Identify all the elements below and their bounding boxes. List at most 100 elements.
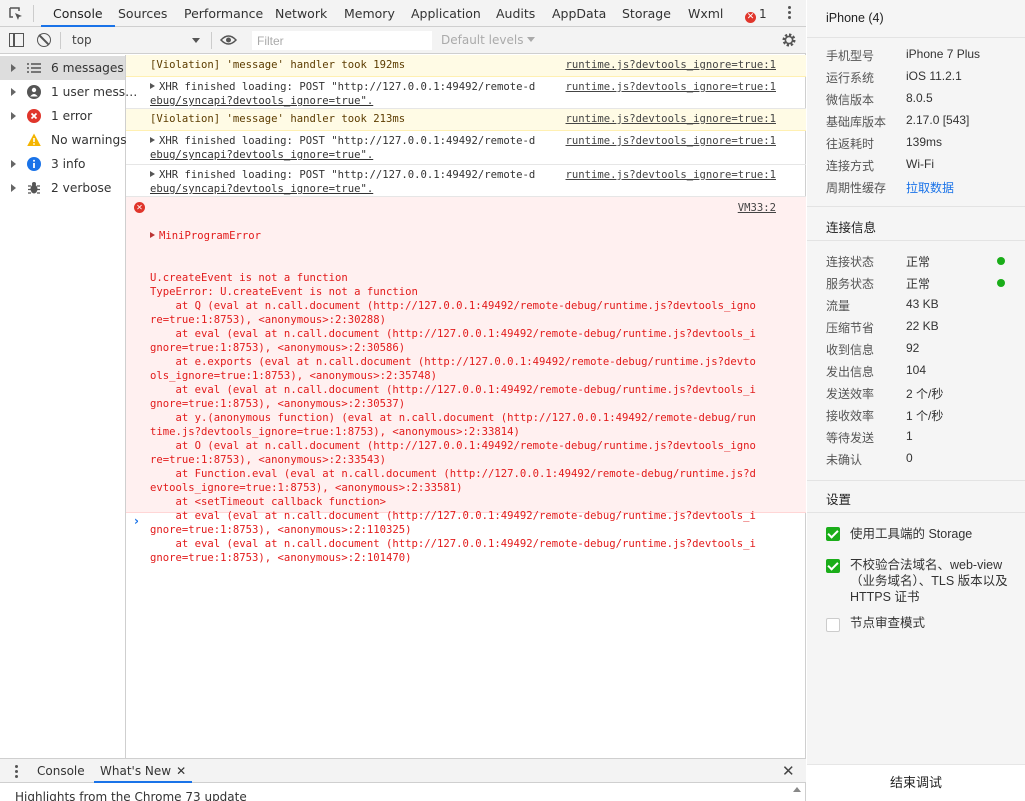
error-stack-line: re=true:1:8753), <anonymous>:2:30288) [150,314,386,326]
error-stack-line: at Q (eval at n.call.document (http://12… [150,300,756,312]
drawer-tab-console[interactable]: Console [37,759,85,783]
tab-memory[interactable]: Memory [344,0,395,27]
info-key: 发出信息 [826,365,875,379]
tab-application[interactable]: Application [411,0,481,27]
chevron-down-icon [527,37,536,42]
drawer-tab-whats-new[interactable]: What's New ✕ [94,759,193,783]
sidebar-item-label: No warnings [51,133,127,147]
panel-divider [807,480,1025,481]
console-message-violation: [Violation] 'message' handler took 213ms… [126,109,806,131]
expand-arrow-icon [150,83,155,89]
info-key: 未确认 [826,453,863,467]
checkbox-checked-icon[interactable] [826,527,840,541]
error-stack-line: at y.(anonymous function) (eval at n.cal… [150,412,756,424]
info-key: 压缩节省 [826,321,875,335]
drawer-menu-icon[interactable] [12,764,20,780]
info-key: 发送效率 [826,387,875,401]
error-stack-line: ols_ignore=true:1:8753), <anonymous>:2:3… [150,370,438,382]
console-prompt[interactable]: › [126,512,806,532]
checkbox-unchecked-icon[interactable] [826,618,840,632]
inspect-element-icon[interactable] [8,6,24,22]
console-sidebar: 6 messages 1 user mess… 1 error No warni… [0,55,137,758]
sidebar-item-warnings[interactable]: No warnings [0,128,127,152]
info-value: 43 KB [906,297,939,311]
tab-sources[interactable]: Sources [118,0,167,27]
error-count: 1 [759,7,767,21]
more-options-icon[interactable] [782,4,796,22]
info-value: 1 [906,429,913,443]
setting-use-tool-storage[interactable]: 使用工具端的 Storage [826,526,1016,546]
error-stack-line: re=true:1:8753), <anonymous>:2:33543) [150,454,386,466]
info-value: 正常 [906,277,931,291]
chevron-down-icon [192,38,200,43]
info-key: 收到信息 [826,343,875,357]
device-info-row: 微信版本 8.0.5 [826,89,1021,111]
fetch-data-link[interactable]: 拉取数据 [906,179,954,196]
sidebar-item-messages[interactable]: 6 messages [0,56,125,80]
scroll-up-icon[interactable] [793,787,801,792]
whats-new-headline: Highlights from the Chrome 73 update [15,790,247,801]
error-source-link[interactable]: VM33:2 [738,201,776,215]
tab-storage[interactable]: Storage [622,0,671,27]
toolbar-divider [211,32,212,49]
sidebar-item-info[interactable]: 3 info [0,152,125,176]
message-source-link[interactable]: runtime.js?devtools_ignore=true:1 [566,134,776,148]
error-icon: ✕ [745,12,756,23]
sidebar-toggle-icon[interactable] [9,33,24,47]
sidebar-item-user-messages[interactable]: 1 user mess… [0,80,137,104]
tab-audits[interactable]: Audits [496,0,535,27]
error-text[interactable]: MiniProgramError U.createEvent is not a … [150,201,790,593]
expand-arrow-icon [150,232,155,238]
info-key: 接收效率 [826,409,875,423]
message-source-link[interactable]: runtime.js?devtools_ignore=true:1 [566,112,776,126]
message-source-link[interactable]: runtime.js?devtools_ignore=true:1 [566,58,776,72]
log-levels-dropdown[interactable]: Default levels [441,33,536,47]
panel-divider [807,206,1025,207]
message-text[interactable]: XHR finished loading: POST "http://127.0… [150,134,560,162]
error-title-line[interactable]: MiniProgramError [150,229,790,243]
tab-console[interactable]: Console [41,0,115,27]
error-stack-line: time.js?devtools_ignore=true:1:8753), <a… [150,426,520,438]
connection-info-row: 未确认 0 [826,449,1021,471]
tab-network[interactable]: Network [275,0,327,27]
connection-info-row: 发出信息 104 [826,361,1021,383]
checkbox-checked-icon[interactable] [826,559,840,573]
tab-wxml[interactable]: Wxml [688,0,723,27]
info-value: 104 [906,363,927,377]
setting-node-inspect-mode[interactable]: 节点审查模式 [826,615,1016,635]
error-stack-line: at O (eval at n.call.document (http://12… [150,440,756,452]
expand-arrow-icon [11,112,16,120]
error-stack-line: at eval (eval at n.call.document (http:/… [150,328,756,340]
info-key: 连接状态 [826,255,875,269]
setting-skip-domain-check[interactable]: 不校验合法域名、web-view（业务域名）、TLS 版本以及 HTTPS 证书 [826,557,1016,607]
error-icon: ✕ [134,202,145,213]
info-value: 92 [906,341,920,355]
eye-icon[interactable] [220,34,237,46]
info-key: 微信版本 [826,93,875,107]
sidebar-item-label: 1 error [51,109,93,123]
tab-performance[interactable]: Performance [184,0,263,27]
setting-label: 节点审查模式 [850,616,926,630]
end-debug-button[interactable]: 结束调试 [807,764,1025,801]
message-source-link[interactable]: runtime.js?devtools_ignore=true:1 [566,168,776,182]
filter-input[interactable] [252,31,432,50]
message-line: XHR finished loading: POST "http://127.0… [159,81,536,93]
message-source-link[interactable]: runtime.js?devtools_ignore=true:1 [566,80,776,94]
console-message-xhr: XHR finished loading: POST "http://127.0… [126,77,806,109]
message-line: ebug/syncapi?devtools_ignore=true". [150,95,374,107]
close-drawer-icon[interactable]: ✕ [782,762,795,780]
device-title: iPhone (4) [826,11,884,25]
error-counter[interactable]: ✕ 1 [745,6,767,23]
console-message-error: ✕ MiniProgramError U.createEvent is not … [126,197,806,564]
gear-icon[interactable] [781,32,797,48]
context-select[interactable]: top [64,31,206,50]
close-tab-icon[interactable]: ✕ [176,764,186,778]
bug-icon [28,182,40,194]
sidebar-item-verbose[interactable]: 2 verbose [0,176,125,200]
clear-console-icon[interactable] [37,33,51,47]
sidebar-item-errors[interactable]: 1 error [0,104,125,128]
message-text[interactable]: XHR finished loading: POST "http://127.0… [150,80,560,108]
message-text[interactable]: XHR finished loading: POST "http://127.0… [150,168,560,196]
tab-appdata[interactable]: AppData [552,0,606,27]
device-info-row: 周期性缓存 拉取数据 [826,177,1021,199]
